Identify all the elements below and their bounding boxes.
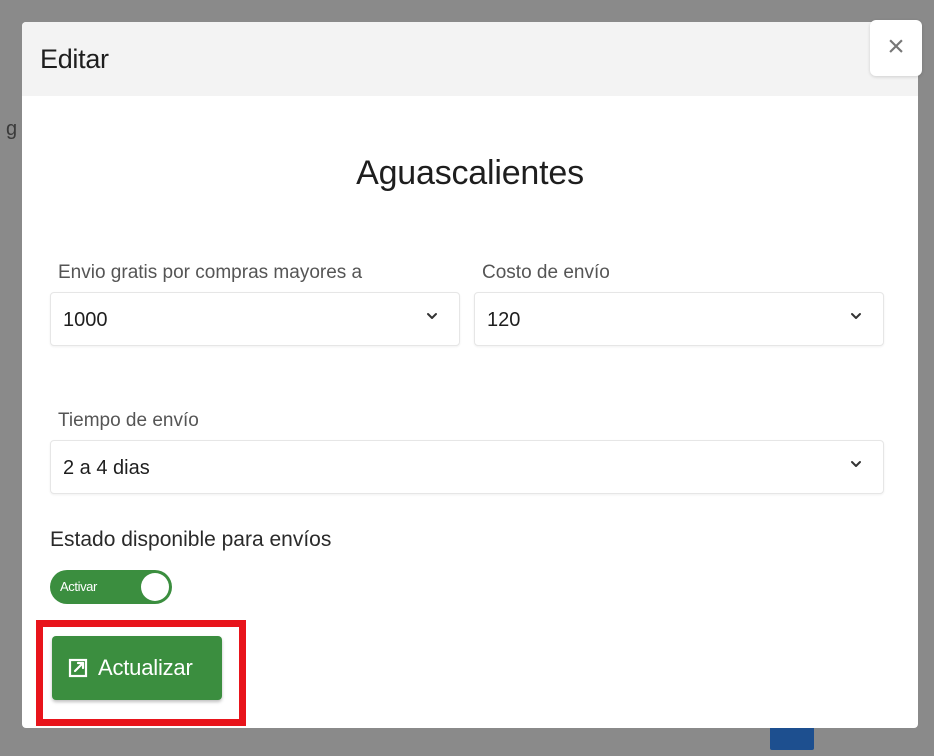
edit-external-icon xyxy=(68,658,88,678)
update-button[interactable]: Actualizar xyxy=(52,636,222,700)
close-button[interactable]: × xyxy=(870,20,922,76)
shipping-cost-label: Costo de envío xyxy=(482,262,610,283)
shipping-cost-value: 120 xyxy=(487,309,521,331)
chevron-down-icon xyxy=(427,313,437,319)
chevron-down-icon xyxy=(851,313,861,319)
toggle-text: Activar xyxy=(60,579,97,594)
dialog-title: Editar xyxy=(40,44,109,74)
toggle-knob xyxy=(141,573,169,601)
update-button-label: Actualizar xyxy=(98,655,193,680)
background-text-fragment: g xyxy=(6,118,18,140)
state-name-heading: Aguascalientes xyxy=(356,154,584,192)
shipping-time-select[interactable]: 2 a 4 dias xyxy=(50,440,884,494)
shipping-time-label: Tiempo de envío xyxy=(58,410,199,431)
shipping-time-value: 2 a 4 dias xyxy=(63,457,150,479)
availability-label: Estado disponible para envíos xyxy=(50,528,332,551)
free-shipping-label: Envio gratis por compras mayores a xyxy=(58,262,363,283)
chevron-down-icon xyxy=(851,461,861,467)
shipping-cost-select[interactable]: 120 xyxy=(474,292,884,346)
dialog-header: Editar xyxy=(22,22,918,96)
free-shipping-select[interactable]: 1000 xyxy=(50,292,460,346)
free-shipping-value: 1000 xyxy=(63,309,108,331)
availability-toggle[interactable]: Activar xyxy=(50,570,172,604)
